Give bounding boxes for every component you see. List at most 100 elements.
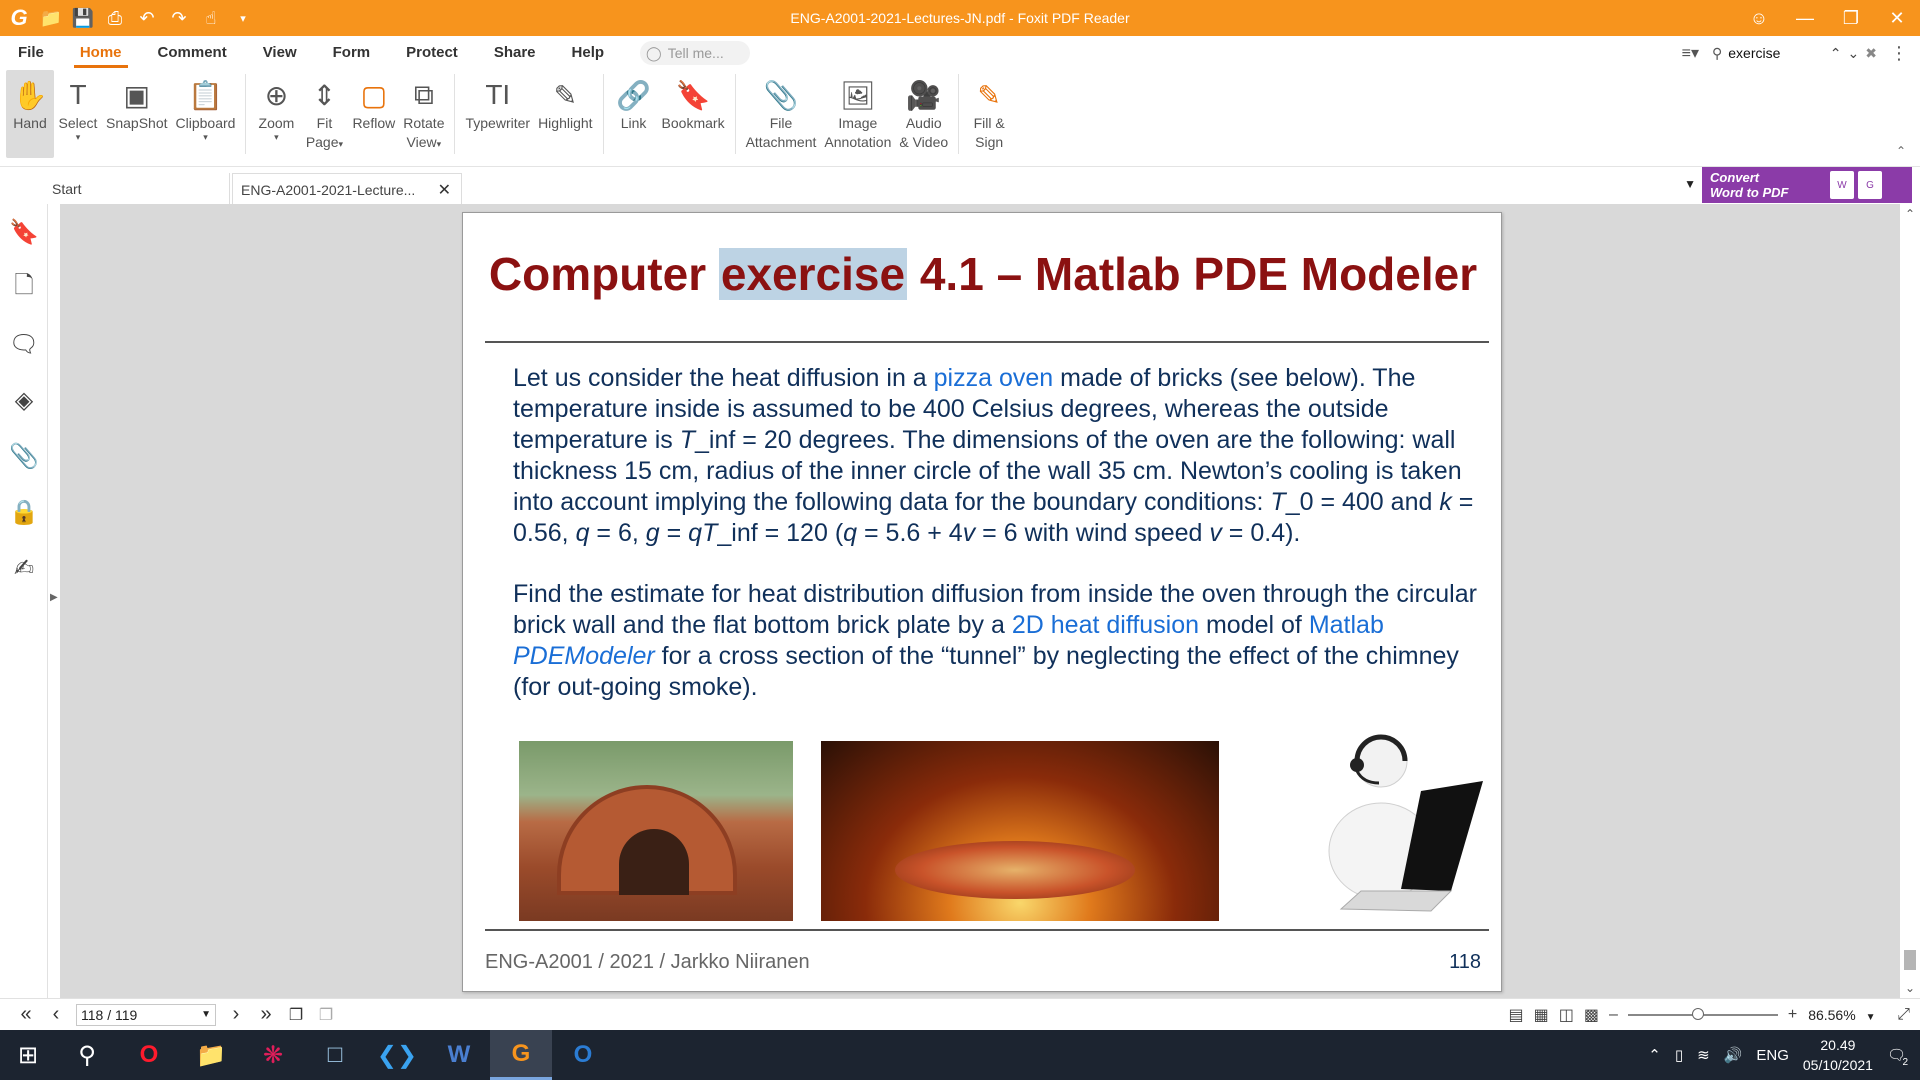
next-view-icon[interactable]: ❐	[316, 1005, 336, 1025]
save-icon[interactable]: 💾	[72, 7, 94, 29]
close-icon[interactable]: ✕	[1874, 0, 1920, 36]
language-indicator[interactable]: ENG	[1756, 1047, 1789, 1064]
open-folder-icon[interactable]: 📁	[40, 7, 62, 29]
menu-form[interactable]: Form	[315, 36, 389, 70]
bookmarks-panel-icon[interactable]: 🔖	[0, 204, 48, 260]
audio-video-tool[interactable]: 🎥 Audio & Video	[895, 70, 952, 158]
tab-start[interactable]: Start	[44, 173, 230, 205]
battery-icon[interactable]: ▯	[1675, 1046, 1683, 1064]
heat-diffusion-link[interactable]: 2D heat diffusion	[1012, 611, 1199, 639]
signature-panel-icon[interactable]: ✍	[0, 540, 48, 596]
image-annotation-tool[interactable]: 🖼 Image Annotation	[820, 70, 895, 158]
zoom-out-icon[interactable]: –	[1609, 1006, 1618, 1024]
taskbar-search-icon[interactable]: ⚲	[56, 1030, 118, 1080]
menu-help[interactable]: Help	[554, 36, 623, 70]
zoom-slider[interactable]	[1627, 1008, 1778, 1020]
page-number-input[interactable]: 118 / 119 ▼	[76, 1003, 216, 1026]
first-page-icon[interactable]: «	[16, 1003, 36, 1026]
last-page-icon[interactable]: »	[256, 1003, 276, 1026]
outlook-icon[interactable]: O	[552, 1030, 614, 1080]
clear-search-icon[interactable]: ✖	[1865, 45, 1877, 62]
notifications-icon[interactable]: 🗨 2	[1887, 1046, 1910, 1068]
zoom-slider-knob[interactable]	[1692, 1008, 1705, 1020]
scroll-up-icon[interactable]: ⌃	[1900, 204, 1920, 224]
previous-view-icon[interactable]: ❐	[286, 1005, 306, 1025]
fill-sign-tool[interactable]: ✎ Fill & Sign	[965, 70, 1013, 158]
zoom-value-box[interactable]: 86.56% ▼	[1807, 1006, 1888, 1024]
find-previous-icon[interactable]: ⌃	[1830, 45, 1842, 62]
redo-icon[interactable]: ↷	[168, 7, 190, 29]
link-tool[interactable]: 🔗 Link	[610, 70, 658, 158]
collapse-ribbon-icon[interactable]: ⌃	[1896, 144, 1906, 158]
slack-icon[interactable]: ❋	[242, 1030, 304, 1080]
find-box[interactable]: ⚲ exercise ⌃ ⌄ ✖	[1707, 40, 1882, 66]
vscode-icon[interactable]: ❮❯	[366, 1030, 428, 1080]
select-tool[interactable]: T Select ▾	[54, 70, 102, 158]
menu-file[interactable]: File	[0, 36, 62, 70]
continuous-view-icon[interactable]: ▦	[1534, 1005, 1549, 1025]
restore-icon[interactable]: ❐	[1828, 0, 1874, 36]
print-icon[interactable]: ⎙	[104, 7, 126, 29]
more-options-icon[interactable]: ⋮	[1890, 43, 1908, 64]
snapshot-tool[interactable]: ▣ SnapShot	[102, 70, 172, 158]
typewriter-tool[interactable]: TI Typewriter	[461, 70, 534, 158]
zoom-in-status-icon[interactable]: +	[1788, 1006, 1797, 1024]
convert-word-to-pdf-banner[interactable]: Convert Word to PDF W G	[1702, 167, 1912, 203]
menu-protect[interactable]: Protect	[388, 36, 476, 70]
comments-panel-icon[interactable]: 🗨	[0, 316, 48, 372]
clipboard-tool[interactable]: 📋 Clipboard ▾	[172, 70, 240, 158]
menu-comment[interactable]: Comment	[140, 36, 245, 70]
page-dropdown-icon[interactable]: ▼	[201, 1009, 211, 1020]
account-icon[interactable]: ☺	[1736, 0, 1782, 36]
zoom-dropdown-icon[interactable]: ▼	[1866, 1012, 1876, 1023]
continuous-facing-view-icon[interactable]: ▩	[1584, 1005, 1599, 1025]
find-next-icon[interactable]: ⌄	[1848, 45, 1860, 62]
windows-start-icon[interactable]: ⊞	[0, 1030, 56, 1080]
menu-view[interactable]: View	[245, 36, 315, 70]
expand-panel-icon[interactable]: ▶	[50, 592, 58, 603]
notes-app-icon[interactable]: □	[304, 1030, 366, 1080]
layers-panel-icon[interactable]: ◈	[0, 372, 48, 428]
undo-icon[interactable]: ↶	[136, 7, 158, 29]
advanced-search-icon[interactable]: ≡▾	[1682, 43, 1699, 63]
opera-browser-icon[interactable]: O	[118, 1030, 180, 1080]
zoom-tool[interactable]: ⊕ Zoom ▾	[252, 70, 300, 158]
previous-page-icon[interactable]: ‹	[46, 1003, 66, 1026]
menu-share[interactable]: Share	[476, 36, 554, 70]
file-explorer-icon[interactable]: 📁	[180, 1030, 242, 1080]
reflow-tool[interactable]: ▢ Reflow	[348, 70, 399, 158]
pizza-oven-link[interactable]: pizza oven	[934, 364, 1054, 392]
next-page-icon[interactable]: ›	[226, 1003, 246, 1026]
menu-home[interactable]: Home	[62, 36, 140, 70]
show-hidden-icons-icon[interactable]: ⌃	[1648, 1046, 1661, 1064]
file-attachment-tool[interactable]: 📎 File Attachment	[742, 70, 821, 158]
tab-list-dropdown-icon[interactable]: ▼	[1684, 177, 1696, 191]
scroll-thumb[interactable]	[1904, 950, 1916, 970]
hand-dropdown-icon[interactable]: ☝	[200, 7, 222, 29]
clock[interactable]: 20.49 05/10/2021	[1803, 1035, 1873, 1075]
word-icon[interactable]: W	[428, 1030, 490, 1080]
tab-document[interactable]: ENG-A2001-2021-Lecture... ✕	[232, 173, 462, 205]
vertical-scrollbar[interactable]: ⌃ ⌄	[1900, 204, 1920, 998]
foxit-reader-taskbar-icon[interactable]: G	[490, 1030, 552, 1080]
single-page-view-icon[interactable]: ▤	[1508, 1005, 1523, 1025]
document-viewer[interactable]: Computer exercise 4.1 – Matlab PDE Model…	[60, 204, 1900, 998]
minimize-icon[interactable]: —	[1782, 0, 1828, 36]
highlight-tool[interactable]: ✎ Highlight	[534, 70, 596, 158]
tell-me-box[interactable]: ◯ Tell me...	[640, 41, 751, 65]
fit-page-tool[interactable]: ⇕ Fit Page▾	[300, 70, 348, 158]
fullscreen-icon[interactable]: ⤢	[1897, 1006, 1910, 1024]
pages-panel-icon[interactable]: 🗋	[0, 260, 48, 316]
find-input[interactable]: exercise	[1728, 45, 1824, 61]
bookmark-tool[interactable]: 🔖 Bookmark	[658, 70, 729, 158]
rotate-view-tool[interactable]: ⧉ Rotate View▾	[399, 70, 448, 158]
attachments-panel-icon[interactable]: 📎	[0, 428, 48, 484]
hand-tool[interactable]: ✋ Hand	[6, 70, 54, 158]
customize-qat-icon[interactable]: ▾	[232, 7, 254, 29]
scroll-down-icon[interactable]: ⌄	[1900, 978, 1920, 998]
volume-icon[interactable]: 🔊	[1724, 1046, 1743, 1064]
close-tab-icon[interactable]: ✕	[438, 180, 451, 200]
security-panel-icon[interactable]: 🔒	[0, 484, 48, 540]
facing-view-icon[interactable]: ◫	[1559, 1005, 1574, 1025]
wifi-icon[interactable]: ≋	[1697, 1046, 1710, 1064]
